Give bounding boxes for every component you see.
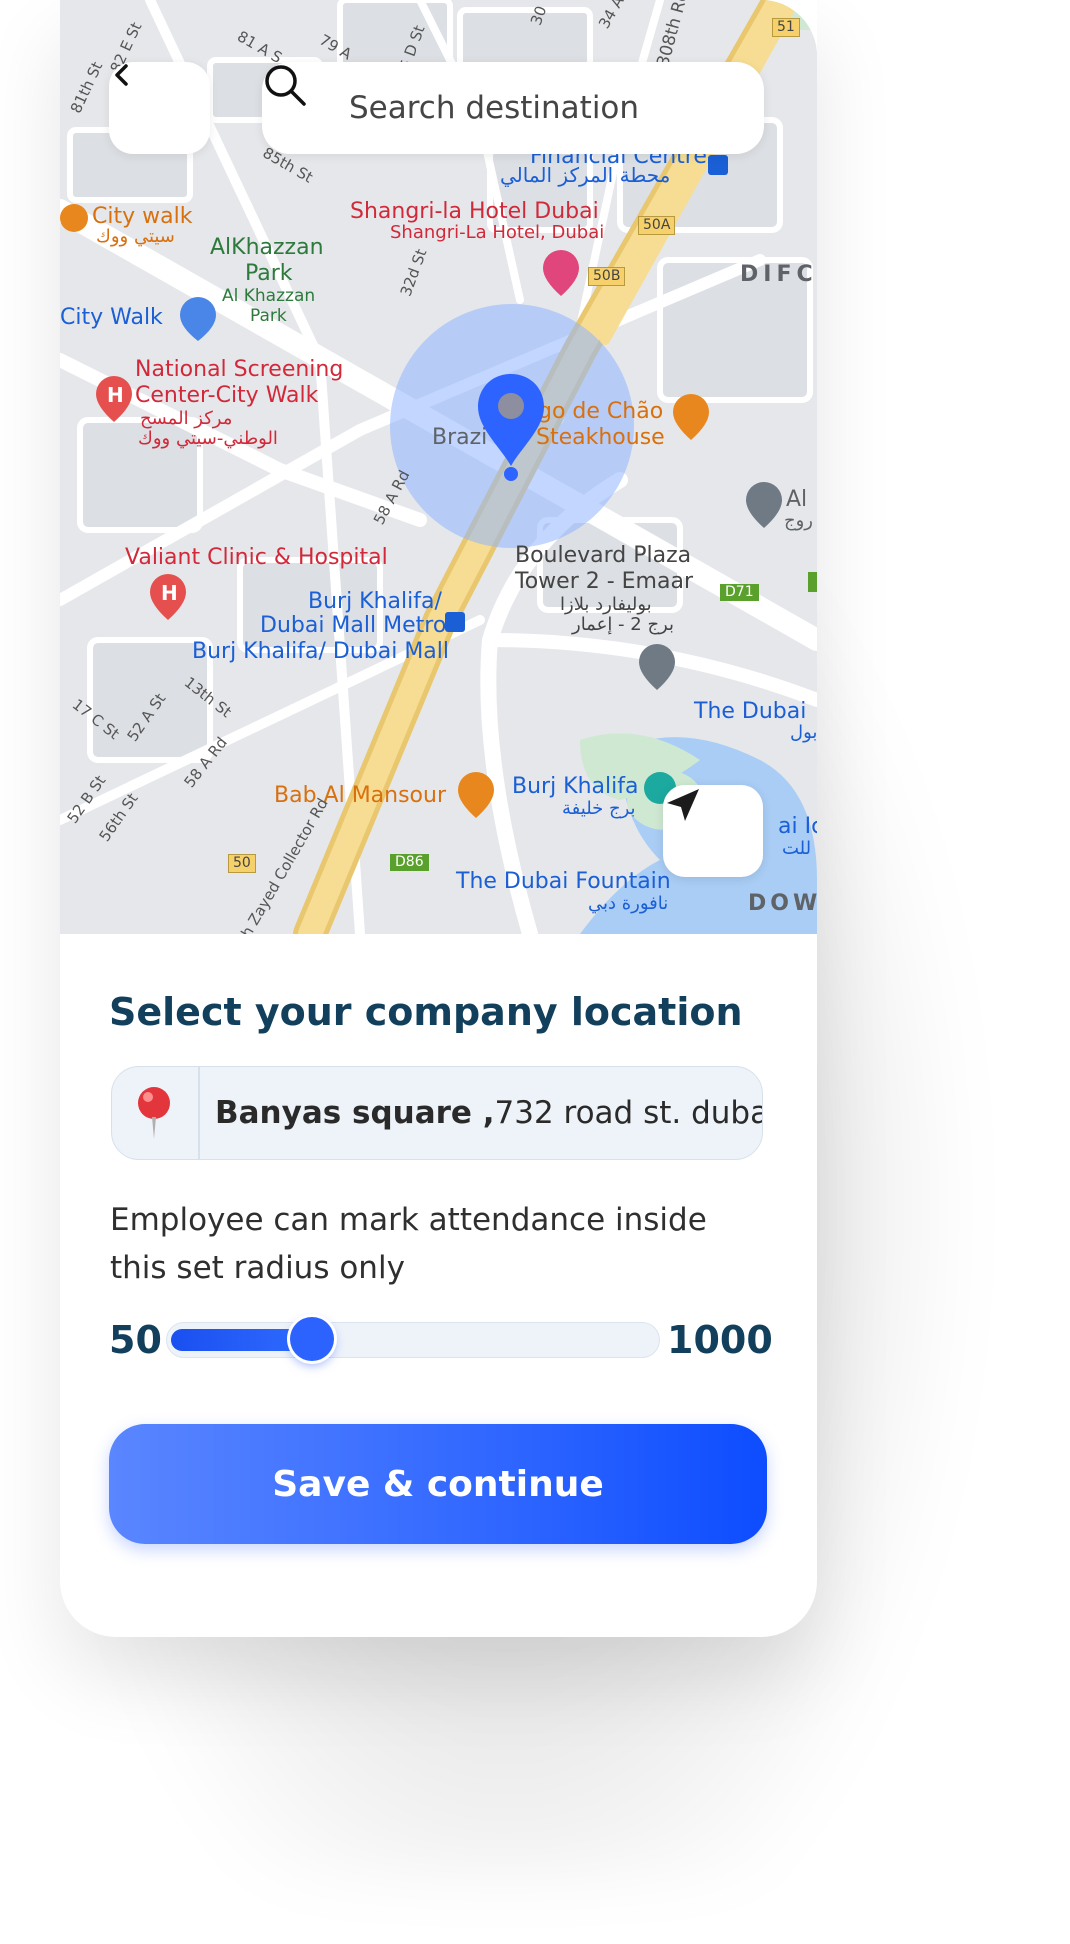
phone-screen: Financial Centre محطة المركز المالي Shan… (60, 0, 817, 1637)
page-title: Select your company location (109, 990, 743, 1034)
shopping-icon (180, 297, 216, 341)
restaurant-icon (60, 204, 88, 232)
current-location-button[interactable] (663, 785, 763, 877)
radius-helper-text: Employee can mark attendance inside this… (110, 1202, 707, 1286)
place-icon (746, 482, 782, 528)
slider-thumb[interactable] (289, 1317, 334, 1361)
divider (198, 1067, 200, 1159)
map-view[interactable]: Financial Centre محطة المركز المالي Shan… (60, 0, 817, 934)
search-icon (265, 65, 306, 106)
radius-slider[interactable] (166, 1317, 660, 1361)
address-bold: Banyas square , (215, 1095, 495, 1131)
save-continue-button[interactable]: Save & continue (109, 1424, 767, 1544)
address-field[interactable]: Banyas square ,732 road st. dubai (111, 1066, 763, 1160)
map-pin-icon (138, 1087, 170, 1139)
svg-text:H: H (107, 383, 124, 407)
metro-icon (708, 155, 728, 175)
restaurant-icon (458, 772, 494, 818)
address-text: Banyas square ,732 road st. dubai (215, 1095, 763, 1131)
hotel-icon (543, 250, 579, 296)
hospital-icon: H (150, 574, 186, 620)
chevron-left-icon (115, 64, 128, 86)
navigation-arrow-icon (667, 789, 699, 821)
search-input[interactable]: Search destination (349, 90, 639, 126)
svg-text:H: H (161, 581, 178, 605)
hospital-icon: H (96, 376, 132, 422)
location-pin-icon[interactable] (474, 370, 548, 482)
green-marker-icon (808, 572, 817, 592)
metro-icon (445, 612, 465, 632)
restaurant-icon (673, 394, 709, 440)
range-min-label: 50 (109, 1318, 162, 1362)
back-button[interactable] (109, 62, 210, 154)
range-max-label: 1000 (667, 1318, 773, 1362)
address-rest: 732 road st. dubai (494, 1095, 763, 1131)
place-icon (639, 644, 675, 690)
search-bar[interactable]: Search destination (262, 62, 764, 154)
